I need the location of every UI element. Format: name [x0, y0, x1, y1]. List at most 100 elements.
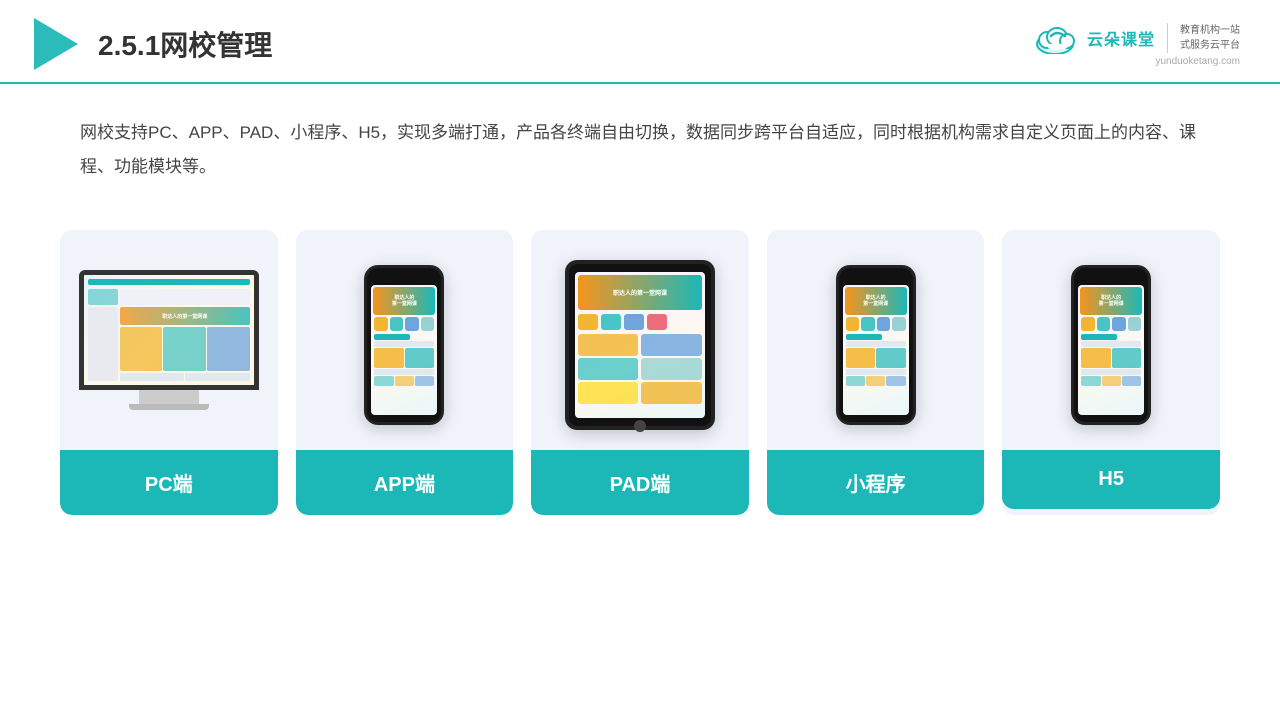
card-app: 职达人的第一堂网课: [296, 230, 514, 515]
phone-icon-1: [374, 317, 388, 331]
card-miniapp-label: 小程序: [767, 450, 985, 515]
phone-card-3-1: [1081, 348, 1111, 368]
tablet-icon-2: [601, 314, 621, 330]
tablet-card-2: [578, 358, 639, 380]
phone-card-2-2: [876, 348, 906, 368]
brand-icon: [30, 18, 82, 70]
phone-icons: [373, 316, 435, 332]
phone-screen-2: 职达人的第一堂网课: [843, 285, 909, 415]
phone-icons-3: [1080, 316, 1142, 332]
logo-divider: [1167, 23, 1168, 53]
phone-banner-3: 职达人的第一堂网课: [1080, 287, 1142, 315]
card-h5-label: H5: [1002, 450, 1220, 509]
monitor-stand: [139, 390, 199, 404]
phone-icon-3: [405, 317, 419, 331]
screen-content: 职达人的第一堂网课: [84, 275, 254, 385]
phone-line-3-3: [1081, 369, 1141, 375]
tablet-icon-4: [647, 314, 667, 330]
tablet-card-4: [641, 334, 702, 356]
tablet-icon-3: [624, 314, 644, 330]
phone-icon-2-3: [877, 317, 891, 331]
phone-line-1: [374, 334, 410, 340]
phone-notch-3: [1099, 276, 1123, 281]
tablet-col-1: [578, 334, 639, 415]
tablet-col-2: [641, 334, 702, 415]
monitor-base: [129, 404, 209, 410]
card-pad-image: 职达人的第一堂网课: [531, 230, 749, 450]
tablet-icon: 职达人的第一堂网课: [565, 260, 715, 430]
phone-notch-2: [864, 276, 888, 281]
phone-icon-2-1: [846, 317, 860, 331]
tablet-home-btn: [634, 420, 646, 432]
phone-line-3-2: [1081, 341, 1141, 347]
phone-banner-text: 职达人的第一堂网课: [392, 295, 417, 307]
phone-icon-3-3: [1112, 317, 1126, 331]
phone-line-3: [374, 369, 434, 375]
tablet-content: [578, 334, 702, 415]
logo-area: 云朵课堂 教育机构一站式服务云平台 yunduoketang.com: [1033, 22, 1240, 67]
card-miniapp: 职达人的第一堂网课: [767, 230, 985, 515]
card-pad: 职达人的第一堂网课: [531, 230, 749, 515]
phone-icon-3-4: [1128, 317, 1142, 331]
tablet-card-1: [578, 334, 639, 356]
phone-icon-2-2: [861, 317, 875, 331]
card-miniapp-image: 职达人的第一堂网课: [767, 230, 985, 450]
tablet-banner: 职达人的第一堂网课: [578, 275, 702, 310]
header-left: 2.5.1网校管理: [30, 18, 272, 70]
phone-card-2-1: [846, 348, 876, 368]
play-triangle-icon: [34, 18, 78, 70]
tablet-screen: 职达人的第一堂网课: [575, 272, 705, 418]
tablet-card-3: [578, 382, 639, 404]
phone-app-icon: 职达人的第一堂网课: [364, 265, 444, 425]
card-app-image: 职达人的第一堂网课: [296, 230, 514, 450]
phone-card-1: [374, 348, 404, 368]
phone-banner-2: 职达人的第一堂网课: [845, 287, 907, 315]
logo-row: 云朵课堂 教育机构一站式服务云平台: [1033, 22, 1240, 54]
phone-card-2: [405, 348, 435, 368]
cards-section: 职达人的第一堂网课: [0, 194, 1280, 545]
phone-line-2: [374, 341, 434, 347]
card-pc: 职达人的第一堂网课: [60, 230, 278, 515]
card-app-label: APP端: [296, 450, 514, 515]
card-pad-label: PAD端: [531, 450, 749, 515]
phone-miniapp-icon: 职达人的第一堂网课: [836, 265, 916, 425]
pc-monitor-icon: 职达人的第一堂网课: [79, 270, 259, 420]
header: 2.5.1网校管理 云朵课堂 教育机构一站式服务云平台 yunduoketan: [0, 0, 1280, 84]
page-title: 2.5.1网校管理: [98, 24, 272, 64]
card-h5-image: 职达人的第一堂网课: [1002, 230, 1220, 450]
tablet-card-5: [641, 358, 702, 380]
phone-icon-2: [390, 317, 404, 331]
phone-cards-2: [846, 348, 906, 368]
phone-banner: 职达人的第一堂网课: [373, 287, 435, 315]
phone-card-3-2: [1112, 348, 1142, 368]
phone-line-2-1: [846, 334, 882, 340]
phone-cards: [374, 348, 434, 368]
phone-icons-2: [845, 316, 907, 332]
phone-icon-3-1: [1081, 317, 1095, 331]
phone-notch: [392, 276, 416, 281]
card-h5: 职达人的第一堂网课: [1002, 230, 1220, 515]
screen-nav-bar: [88, 279, 250, 285]
phone-banner-text-3: 职达人的第一堂网课: [1099, 295, 1124, 307]
tablet-icon-1: [578, 314, 598, 330]
logo-url: yunduoketang.com: [1155, 56, 1240, 67]
phone-line-2-3: [846, 369, 906, 375]
tablet-icons: [578, 312, 702, 332]
phone-icon-3-2: [1097, 317, 1111, 331]
tablet-card-6: [641, 382, 702, 404]
phone-banner-text-2: 职达人的第一堂网课: [863, 295, 888, 307]
phone-screen: 职达人的第一堂网课: [371, 285, 437, 415]
card-pc-label: PC端: [60, 450, 278, 515]
phone-cards-3: [1081, 348, 1141, 368]
logo-tagline: 教育机构一站式服务云平台: [1180, 23, 1240, 53]
logo-name: 云朵课堂: [1087, 26, 1155, 50]
phone-h5-icon: 职达人的第一堂网课: [1071, 265, 1151, 425]
phone-icon-4: [421, 317, 435, 331]
cloud-logo-icon: [1033, 22, 1083, 54]
phone-content: [373, 333, 435, 413]
card-pc-image: 职达人的第一堂网课: [60, 230, 278, 450]
phone-screen-3: 职达人的第一堂网课: [1078, 285, 1144, 415]
phone-icon-2-4: [892, 317, 906, 331]
phone-line-3-1: [1081, 334, 1117, 340]
phone-content-3: [1080, 333, 1142, 413]
